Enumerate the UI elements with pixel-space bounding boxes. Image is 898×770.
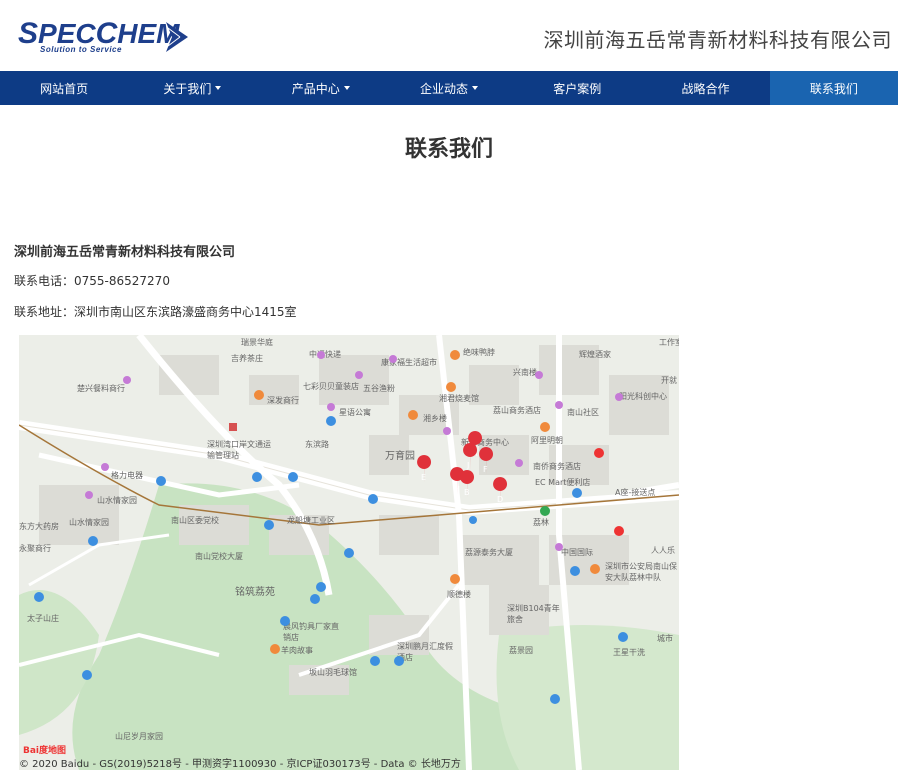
map-pin-e[interactable]: E <box>417 455 432 483</box>
map-pin-f[interactable]: F <box>479 447 494 475</box>
nav-label: 关于我们 <box>163 81 212 96</box>
caret-down-icon <box>471 86 478 90</box>
map-copyright: © 2020 Baidu - GS(2019)5218号 - 甲测资字11009… <box>19 759 461 770</box>
pin-letter: H <box>454 485 460 494</box>
pin-letter: B <box>464 488 470 497</box>
pin-letter: F <box>483 465 488 474</box>
nav-item-about[interactable]: 关于我们 <box>128 71 256 105</box>
logo-arrow-icon <box>166 22 188 52</box>
specchem-logo[interactable]: SPECCHEM Solution to Service <box>18 18 188 58</box>
contact-company-name: 深圳前海五岳常青新材料科技有限公司 <box>14 245 236 260</box>
map-pin-b[interactable]: B <box>460 470 475 498</box>
nav-item-products[interactable]: 产品中心 <box>257 71 385 105</box>
nav-item-cases[interactable]: 客户案例 <box>513 71 641 105</box>
pin-letter: J <box>466 461 469 470</box>
page-title: 联系我们 <box>404 137 493 162</box>
nav-label: 战略合作 <box>681 81 730 96</box>
caret-down-icon <box>215 86 222 90</box>
nav-label: 企业动态 <box>419 81 468 96</box>
map-pin-d[interactable]: D <box>493 477 508 505</box>
nav-item-partners[interactable]: 战略合作 <box>641 71 769 105</box>
pin-letter: D <box>497 495 503 504</box>
nav-item-contact[interactable]: 联系我们 <box>769 71 898 105</box>
nav-label: 客户案例 <box>553 81 602 96</box>
caret-down-icon <box>343 86 350 90</box>
contact-address: 联系地址：深圳市南山区东滨路濠盛商务中心1415室 <box>14 305 297 319</box>
nav-item-news[interactable]: 企业动态 <box>385 71 513 105</box>
baidu-map[interactable]: 瑞景华庭 中通快递 康家福生活超市 绝味鸭脖 辉煌酒家 楚兴餐料商行 吉养茶庄 … <box>19 335 679 770</box>
pin-letter: E <box>421 473 426 482</box>
logo-tagline: Solution to Service <box>40 45 122 54</box>
nav-item-home[interactable]: 网站首页 <box>0 71 128 105</box>
header-company-name: 深圳前海五岳常青新材料科技有限公司 <box>543 28 892 52</box>
site-header: SPECCHEM Solution to Service 深圳前海五岳常青新材料… <box>0 0 898 71</box>
contact-phone: 联系电话：0755-86527270 <box>14 274 170 288</box>
map-pin-layer: A J F E H B D <box>417 431 508 505</box>
main-nav: 网站首页 关于我们 产品中心 企业动态 客户案例 战略合作 联系我们 <box>0 71 898 105</box>
nav-label: 产品中心 <box>291 81 340 96</box>
nav-label: 联系我们 <box>809 81 858 96</box>
nav-label: 网站首页 <box>40 81 89 96</box>
